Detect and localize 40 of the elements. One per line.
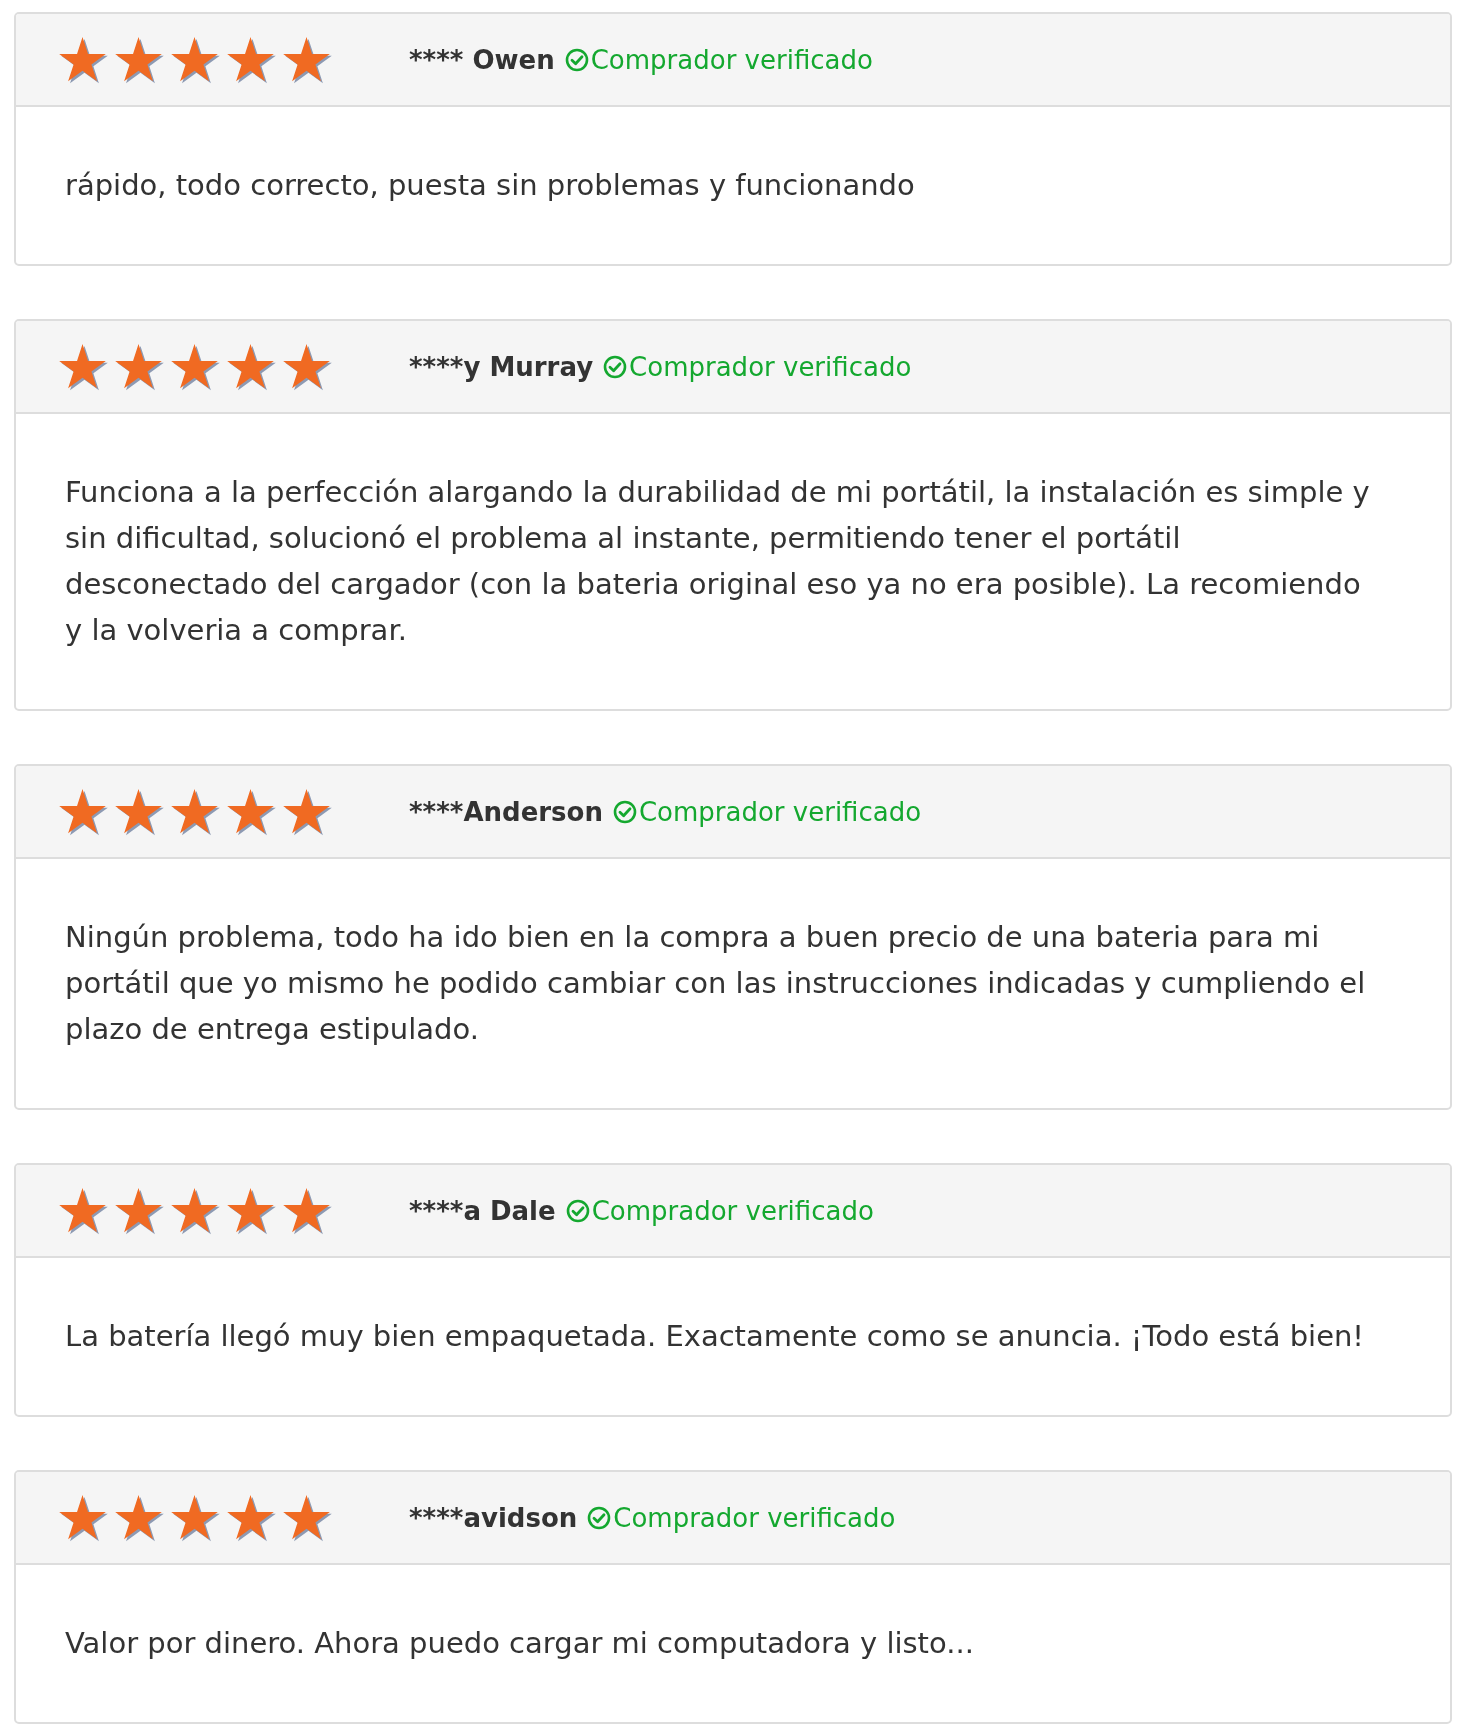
star-icon <box>281 35 333 84</box>
verified-label: Comprador verificado <box>613 1502 896 1533</box>
review-text: La batería llegó muy bien empaquetada. Exactamente como se anuncia. ¡Todo está bien! <box>65 1318 1365 1355</box>
star-icon <box>113 342 165 391</box>
review-text: Funciona a la perfección alargando la durabilidad de mi portátil, la instalación es simple y sin dificultad, solucionó el problema al instante, permitiendo tener el portátil desconectado del cargador (con la bateria original eso ya no era posible). La recomiendo y la volveria a comprar. <box>65 474 1371 649</box>
star-icon <box>225 342 277 391</box>
star-icon <box>281 1493 333 1542</box>
star-icon <box>113 1186 165 1235</box>
star-icon <box>169 1186 221 1235</box>
star-icon <box>225 35 277 84</box>
review-text: Valor por dinero. Ahora puedo cargar mi computadora y listo... <box>65 1625 975 1662</box>
verified-label: Comprador verificado <box>629 351 912 382</box>
verified-label: Comprador verificado <box>591 1195 874 1226</box>
reviewer-name: ****Anderson <box>409 796 603 827</box>
star-icon <box>281 1186 333 1235</box>
star-icon <box>281 787 333 836</box>
star-icon <box>113 35 165 84</box>
star-icon <box>57 35 109 84</box>
star-icon <box>169 1493 221 1542</box>
reviewer-name: **** Owen <box>409 44 555 75</box>
reviewer-name: ****a Dale <box>409 1195 556 1226</box>
star-icon <box>225 1186 277 1235</box>
star-icon <box>169 342 221 391</box>
star-icon <box>225 787 277 836</box>
review-text: rápido, todo correcto, puesta sin problemas y funcionando <box>65 167 916 204</box>
star-icon <box>225 1493 277 1542</box>
star-icon <box>281 342 333 391</box>
reviewer-name: ****y Murray <box>409 351 594 382</box>
star-icon <box>113 1493 165 1542</box>
star-icon <box>57 1186 109 1235</box>
verified-label: Comprador verificado <box>638 796 922 827</box>
review-text: Ningún problema, todo ha ido bien en la compra a buen precio de una bateria para mi portátil que yo mismo he podido cambiar con las instrucciones indicadas y cumpliendo el plazo de entrega estipulado. <box>65 919 1367 1048</box>
star-icon <box>57 342 109 391</box>
star-icon <box>169 35 221 84</box>
verified-label: Comprador verificado <box>590 44 873 75</box>
star-icon <box>57 787 109 836</box>
reviewer-name: ****avidson <box>409 1502 578 1533</box>
star-icon <box>57 1493 109 1542</box>
star-icon <box>169 787 221 836</box>
star-icon <box>113 787 165 836</box>
